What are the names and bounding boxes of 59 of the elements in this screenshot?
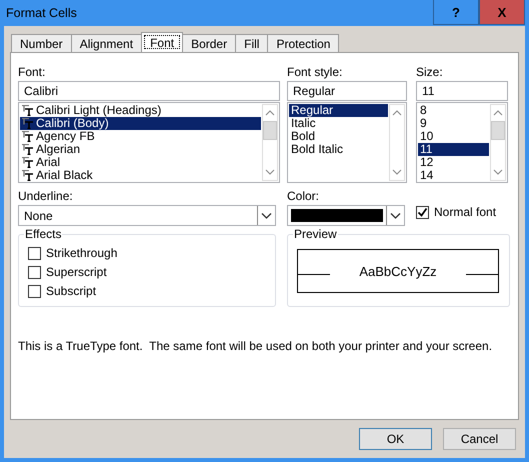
tab[interactable]: Font	[141, 32, 184, 52]
underline-dropdown[interactable]: None	[18, 205, 276, 226]
input-field[interactable]: Regular	[287, 81, 407, 101]
font-description: This is a TrueType font. The same font will be used on both your printer and your screen.	[18, 339, 494, 353]
dialog-button[interactable]: Cancel	[443, 428, 516, 450]
tab[interactable]: Protection	[267, 34, 340, 52]
tab[interactable]: Fill	[235, 34, 268, 52]
truetype-icon	[22, 131, 33, 142]
tab[interactable]: Number	[11, 34, 72, 52]
help-button[interactable]: ?	[433, 0, 479, 25]
scrollbar[interactable]	[490, 104, 506, 181]
close-button[interactable]: X	[479, 0, 525, 25]
field-label: Font:	[18, 65, 46, 79]
list-item[interactable]: Calibri Light (Headings)	[20, 104, 261, 117]
input-field[interactable]: 11	[416, 81, 508, 101]
tab[interactable]: Border	[182, 34, 236, 52]
scroll-thumb[interactable]	[263, 121, 277, 140]
field-label: Color:	[287, 189, 320, 203]
list-item[interactable]: Regular	[289, 104, 388, 117]
preview-sample: AaBbCcYyZz	[358, 264, 438, 278]
dialog-button[interactable]: OK	[359, 428, 432, 450]
list-item[interactable]: 8	[418, 104, 489, 117]
caret-icon	[390, 212, 401, 220]
window-title: Format Cells	[5, 5, 78, 22]
color-dropdown[interactable]	[287, 205, 405, 226]
list-item[interactable]: Bold	[289, 130, 388, 143]
truetype-icon	[22, 170, 33, 181]
effect-checkbox[interactable]: Superscript	[28, 264, 265, 280]
group-title: Preview	[293, 227, 338, 241]
input-field[interactable]: Calibri	[18, 81, 280, 101]
list-item[interactable]: Calibri (Body)	[20, 117, 261, 130]
tab[interactable]: Alignment	[70, 34, 142, 52]
field-label: Size:	[416, 65, 444, 79]
list-item[interactable]: Algerian	[20, 143, 261, 156]
list-item[interactable]: 11	[418, 143, 489, 156]
group-title: Effects	[24, 227, 62, 241]
list-item[interactable]: Bold Italic	[289, 143, 388, 156]
normal-font-checkbox[interactable]: Normal font	[416, 205, 510, 219]
list-item[interactable]: Agency FB	[20, 130, 261, 143]
truetype-icon	[22, 105, 33, 116]
list-item[interactable]: Arial	[20, 156, 261, 169]
effect-checkbox[interactable]: Strikethrough	[28, 245, 265, 261]
scrollbar[interactable]	[262, 104, 278, 181]
field-label: Underline:	[18, 189, 74, 203]
truetype-icon	[22, 144, 33, 155]
list-item[interactable]: Italic	[289, 117, 388, 130]
list-item[interactable]: 12	[418, 156, 489, 169]
scrollbar[interactable]	[389, 104, 405, 181]
scroll-thumb[interactable]	[491, 121, 505, 140]
list-item[interactable]: 14	[418, 169, 489, 182]
list-item[interactable]: 9	[418, 117, 489, 130]
effect-checkbox[interactable]: Subscript	[28, 283, 265, 299]
truetype-icon	[22, 157, 33, 168]
list-item[interactable]: 10	[418, 130, 489, 143]
list-item[interactable]: Arial Black	[20, 169, 261, 182]
truetype-icon	[22, 118, 33, 129]
check-icon	[417, 206, 428, 218]
field-label: Font style:	[287, 65, 344, 79]
caret-icon	[261, 212, 272, 220]
